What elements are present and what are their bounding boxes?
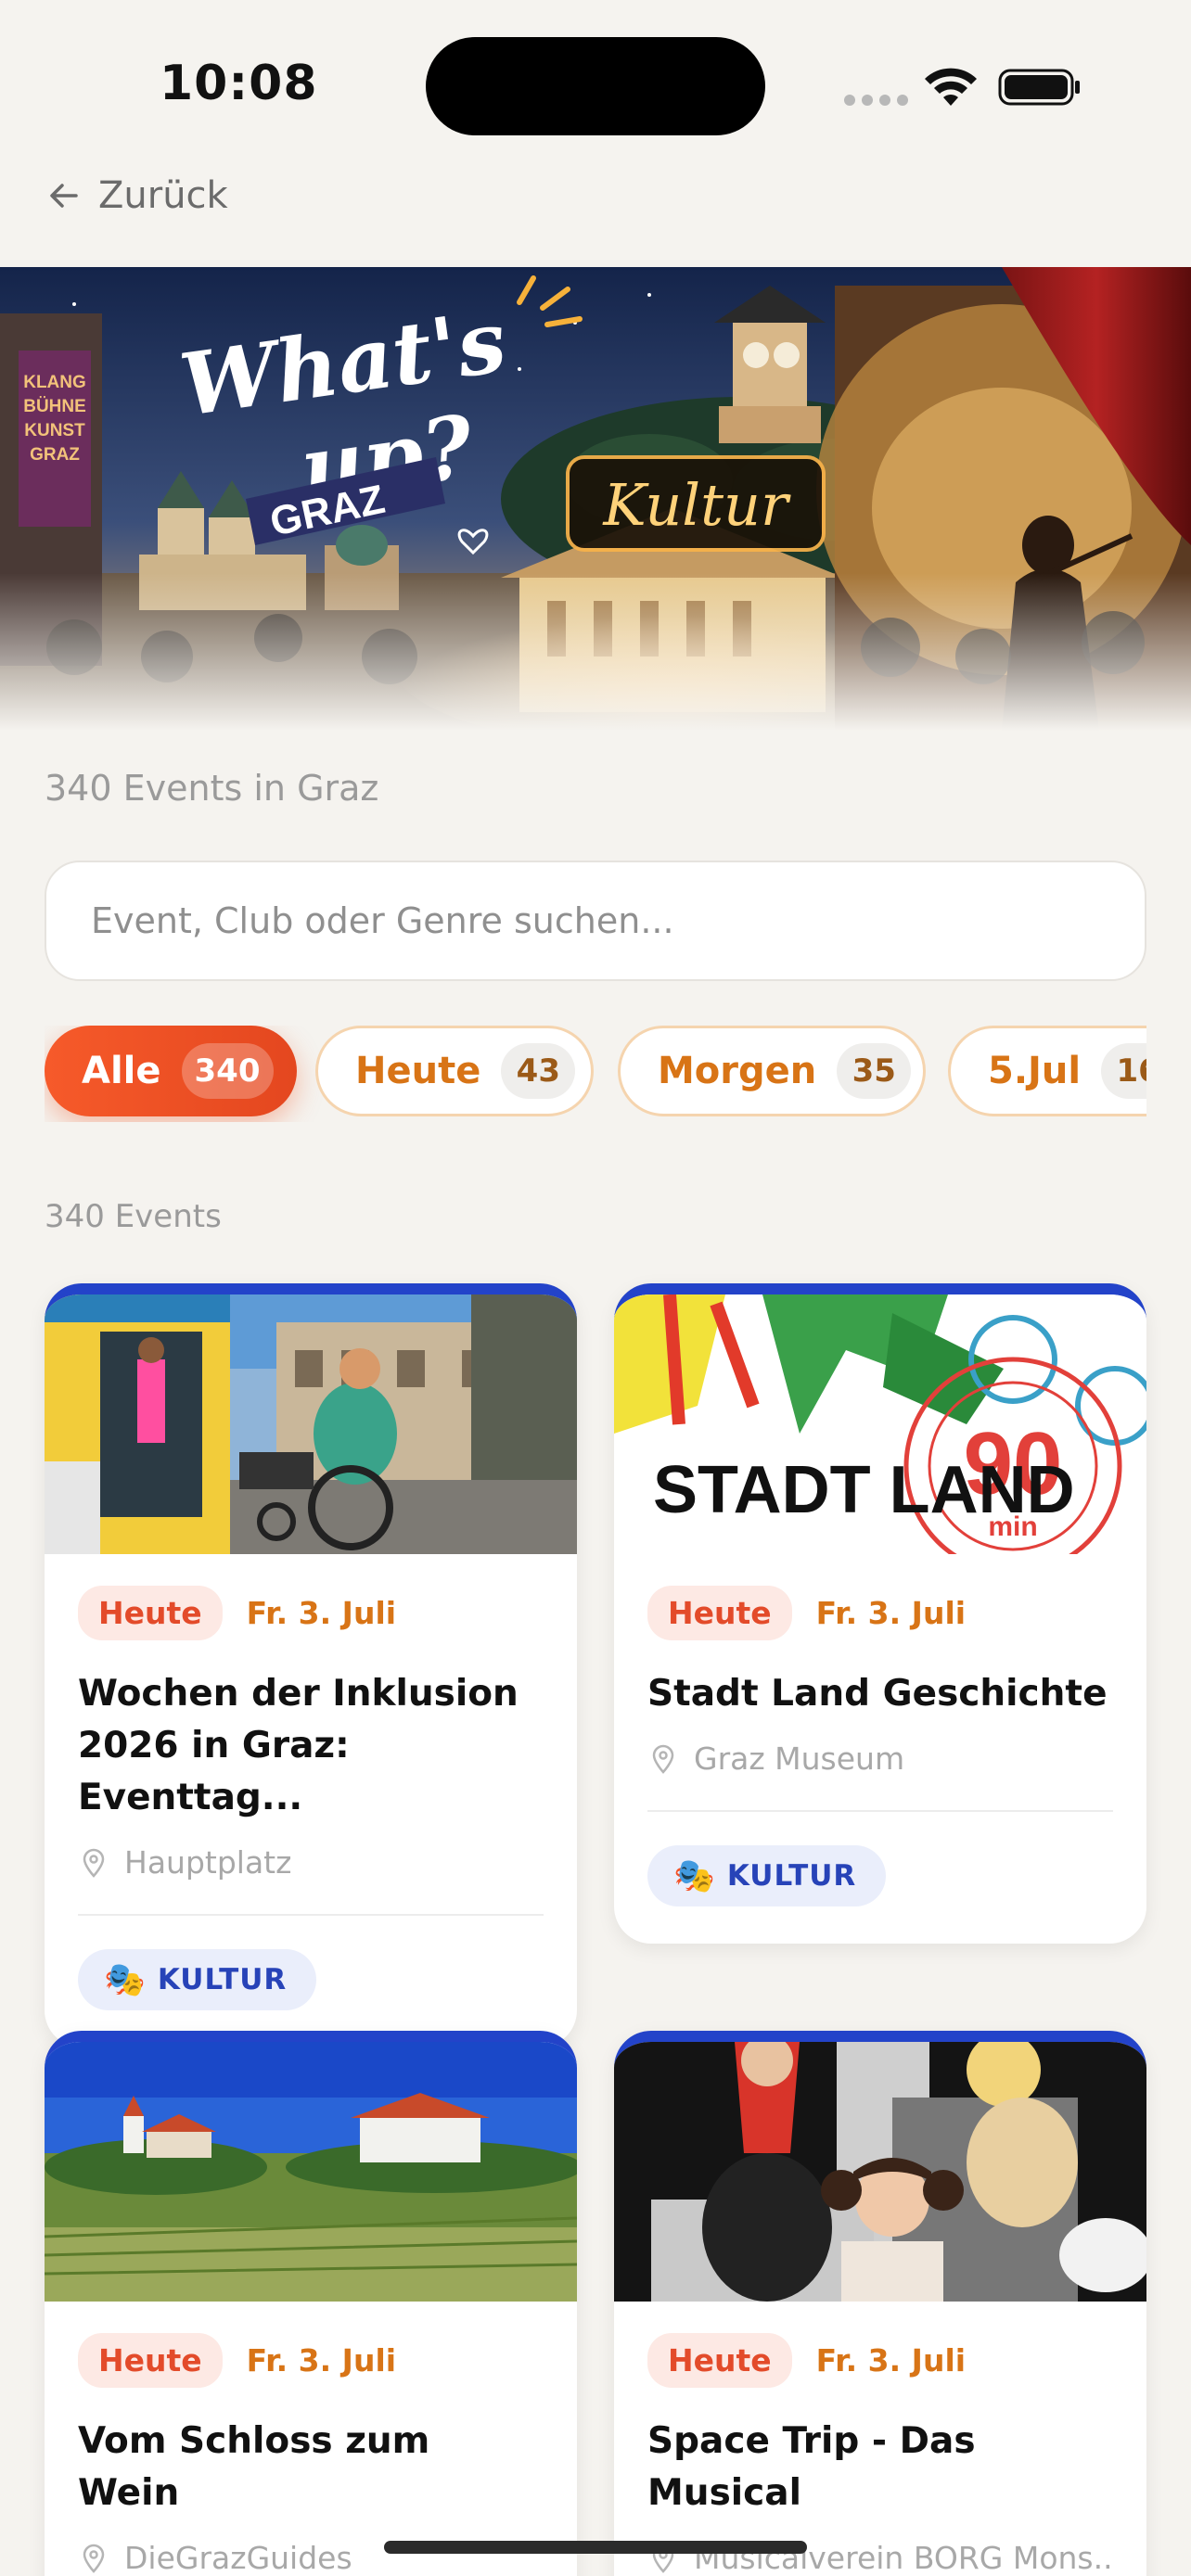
svg-text:GRAZ: GRAZ [30, 445, 80, 465]
today-tag: Heute [647, 1586, 792, 1640]
filter-chips: Alle 340 Heute 43 Morgen 35 5.Jul 16 [45, 1026, 1146, 1122]
back-label: Zurück [98, 174, 228, 217]
event-image [45, 1294, 577, 1554]
filter-count-badge: 16 [1101, 1043, 1146, 1099]
hero-neon-sign: Kultur [602, 471, 791, 539]
home-indicator[interactable] [384, 2541, 807, 2554]
event-location: Graz Museum [647, 1741, 1113, 1777]
wifi-icon [925, 68, 977, 106]
location-pin-icon [83, 1848, 105, 1878]
today-tag: Heute [78, 2333, 223, 2388]
back-button[interactable]: Zurück [45, 174, 228, 217]
svg-text:KLANG: KLANG [23, 373, 86, 392]
location-pin-icon [652, 1744, 674, 1774]
today-tag: Heute [647, 2333, 792, 2388]
battery-icon [998, 69, 1080, 106]
search-placeholder: Event, Club oder Genre suchen... [91, 900, 674, 941]
event-card[interactable]: 90 min STADT LAND Heute Fr. 3. Juli Stad… [614, 1283, 1146, 1944]
event-card[interactable]: Heute Fr. 3. Juli Vom Schloss zum Wein D… [45, 2031, 577, 2576]
filter-count-badge: 340 [181, 1043, 274, 1099]
event-card[interactable]: Heute Fr. 3. Juli Space Trip - Das Music… [614, 2031, 1146, 2576]
image-title-text: STADT LAND [653, 1453, 1075, 1527]
status-bar: 10:08 [0, 0, 1191, 158]
events-list-label: 340 Events [45, 1198, 222, 1235]
event-image [45, 2042, 577, 2302]
category-badge[interactable]: 🎭 KULTUR [78, 1949, 317, 2010]
filter-chip-alle[interactable]: Alle 340 [45, 1026, 297, 1116]
cellular-signal-icon [844, 95, 908, 106]
category-badge[interactable]: 🎭 KULTUR [647, 1845, 887, 1906]
status-time: 10:08 [160, 56, 318, 111]
filter-chip-5-jul[interactable]: 5.Jul 16 [948, 1026, 1146, 1116]
filter-chip-heute[interactable]: Heute 43 [315, 1026, 594, 1116]
event-card[interactable]: Heute Fr. 3. Juli Wochen der Inklusion 2… [45, 1283, 577, 2047]
theater-masks-icon: 🎭 [673, 1857, 716, 1895]
event-title: Vom Schloss zum Wein [78, 2420, 430, 2514]
dynamic-island [426, 37, 765, 135]
location-pin-icon [83, 2544, 105, 2573]
arrow-left-icon [50, 184, 78, 208]
theater-masks-icon: 🎭 [104, 1961, 147, 1999]
search-input[interactable]: Event, Club oder Genre suchen... [45, 861, 1146, 981]
event-date: Fr. 3. Juli [815, 1595, 967, 1631]
event-title: Wochen der Inklusion 2026 in Graz: Event… [78, 1673, 519, 1818]
event-image: 90 min STADT LAND [614, 1294, 1146, 1554]
svg-text:KUNST: KUNST [24, 421, 85, 440]
event-location: Hauptplatz [78, 1844, 544, 1881]
event-date: Fr. 3. Juli [246, 1595, 397, 1631]
svg-text:BÜHNE: BÜHNE [23, 397, 86, 416]
filter-count-badge: 43 [501, 1043, 576, 1099]
event-image [614, 2042, 1146, 2302]
event-title: Space Trip - Das Musical [647, 2420, 976, 2514]
event-date: Fr. 3. Juli [815, 2342, 967, 2378]
events-count-heading: 340 Events in Graz [45, 768, 379, 809]
event-date: Fr. 3. Juli [246, 2342, 397, 2378]
today-tag: Heute [78, 1586, 223, 1640]
event-title: Stadt Land Geschichte [647, 1673, 1108, 1715]
hero-banner: KLANG BÜHNE KUNST GRAZ What's up? GRAZ K… [0, 267, 1191, 731]
filter-count-badge: 35 [837, 1043, 912, 1099]
filter-chip-morgen[interactable]: Morgen 35 [618, 1026, 926, 1116]
